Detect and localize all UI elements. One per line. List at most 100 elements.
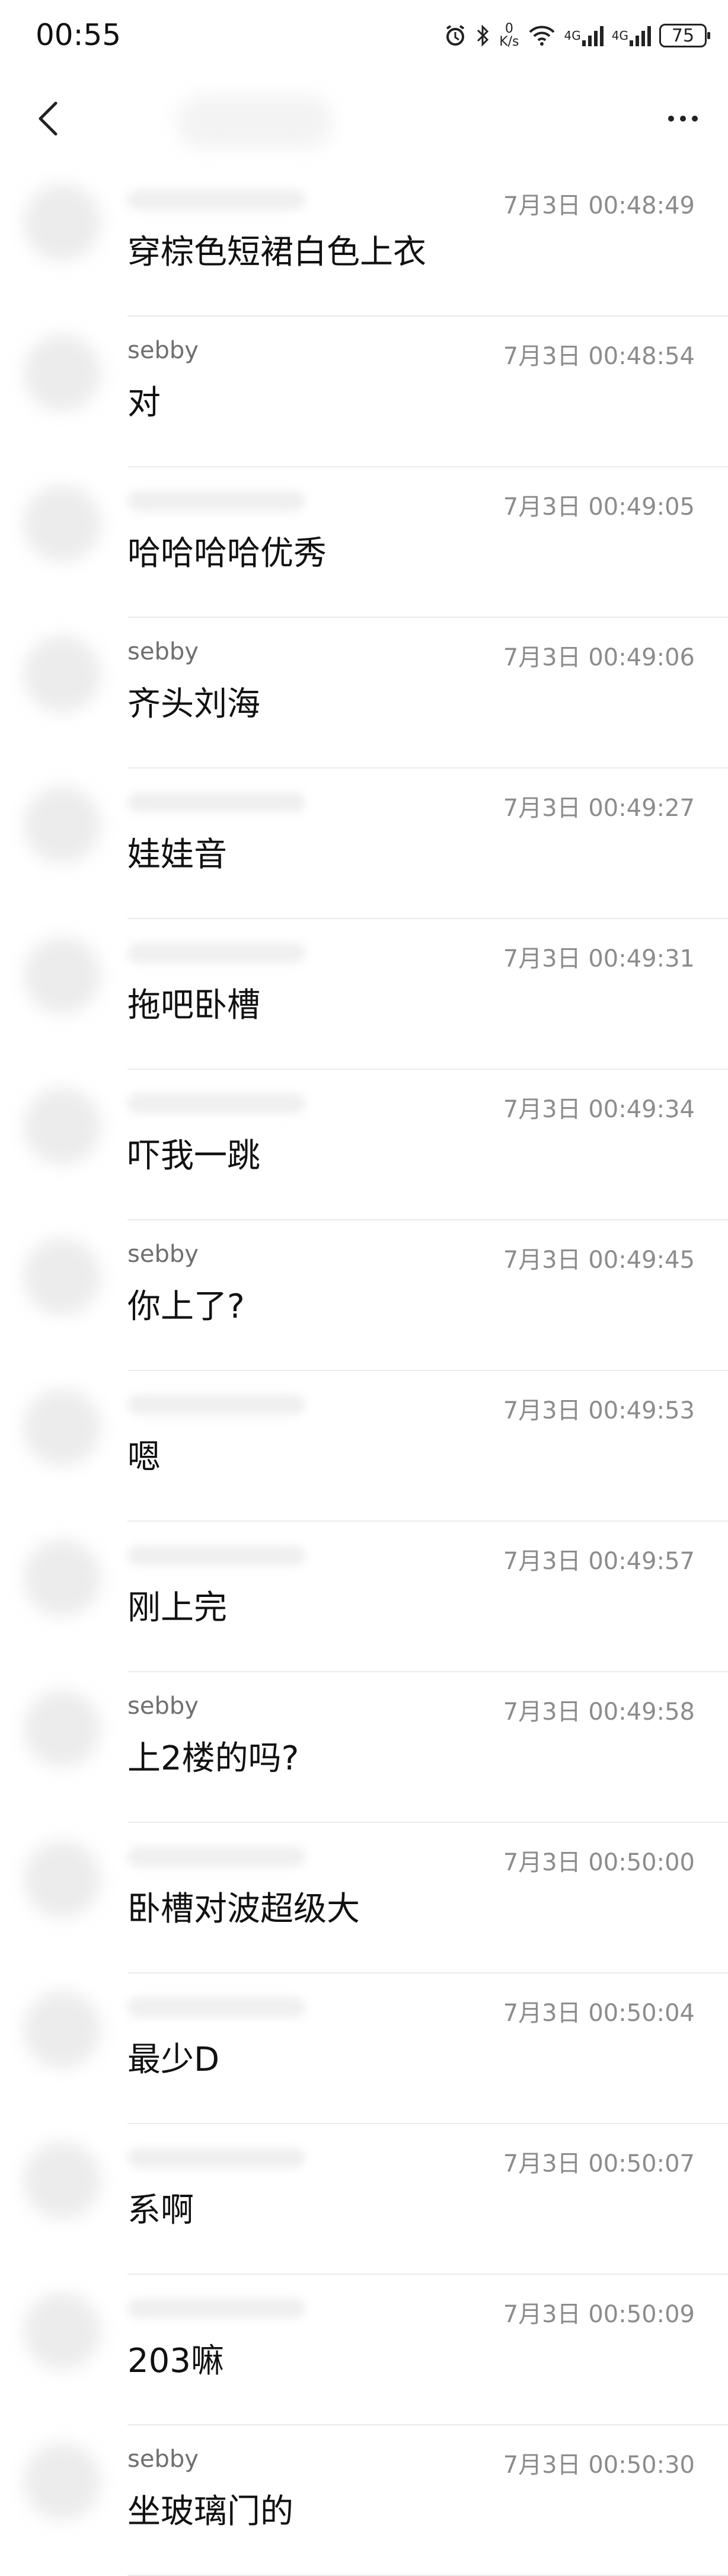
avatar[interactable] xyxy=(24,1690,101,1767)
chevron-left-icon xyxy=(39,101,58,136)
message-text: 203嘛 xyxy=(127,2342,224,2380)
message-item[interactable]: sebby 7月3日 00:49:06 齐头刘海 xyxy=(0,618,728,769)
message-item[interactable]: 7月3日 00:49:53 嗯 xyxy=(0,1371,728,1522)
message-item[interactable]: sebby 7月3日 00:48:54 对 xyxy=(0,317,728,467)
avatar[interactable] xyxy=(24,334,101,412)
message-timestamp: 7月3日 00:49:06 xyxy=(503,644,695,671)
message-text: 嗯 xyxy=(127,1438,161,1477)
message-text: 你上了? xyxy=(127,1287,245,1326)
message-item[interactable]: 7月3日 00:49:34 吓我一跳 xyxy=(0,1070,728,1220)
sender-name-redacted xyxy=(127,2148,305,2168)
status-bar: 00:55 0 K/s 4G 4G 75 xyxy=(0,0,728,71)
battery-level: 75 xyxy=(671,25,695,46)
message-text: 哈哈哈哈优秀 xyxy=(127,534,327,573)
message-item[interactable]: 7月3日 00:50:09 203嘛 xyxy=(0,2275,728,2425)
message-text: 卧槽对波超级大 xyxy=(127,1890,360,1928)
message-text: 上2楼的吗? xyxy=(127,1739,299,1778)
more-dot-icon xyxy=(692,116,698,122)
network-speed: 0 K/s xyxy=(499,23,519,49)
signal-icon-2: 4G xyxy=(612,25,651,46)
message-text: 穿棕色短裙白色上衣 xyxy=(127,233,426,272)
message-text: 对 xyxy=(127,384,161,422)
message-timestamp: 7月3日 00:48:54 xyxy=(503,343,695,370)
sender-name-redacted xyxy=(127,1395,305,1415)
avatar[interactable] xyxy=(24,1841,101,1918)
message-item[interactable]: 7月3日 00:49:57 刚上完 xyxy=(0,1522,728,1672)
message-item[interactable]: sebby 7月3日 00:49:58 上2楼的吗? xyxy=(0,1672,728,1823)
message-item[interactable]: 7月3日 00:50:07 系啊 xyxy=(0,2124,728,2275)
avatar[interactable] xyxy=(24,485,101,562)
alarm-icon xyxy=(443,24,467,47)
back-button[interactable] xyxy=(26,95,74,142)
wifi-icon xyxy=(528,24,556,47)
message-timestamp: 7月3日 00:50:04 xyxy=(503,2000,695,2027)
sender-name: sebby xyxy=(127,2446,199,2473)
message-timestamp: 7月3日 00:49:45 xyxy=(503,1246,695,1274)
more-dot-icon xyxy=(680,116,686,122)
sender-name: sebby xyxy=(127,337,199,364)
sender-name-redacted xyxy=(127,491,305,511)
avatar[interactable] xyxy=(24,636,101,713)
message-timestamp: 7月3日 00:49:58 xyxy=(503,1698,695,1726)
net-speed-unit: K/s xyxy=(499,34,519,49)
sender-name-redacted xyxy=(127,1093,305,1114)
battery-icon: 75 xyxy=(659,24,710,47)
message-item[interactable]: 7月3日 00:48:49 穿棕色短裙白色上衣 xyxy=(0,166,728,317)
message-timestamp: 7月3日 00:49:53 xyxy=(503,1397,695,1424)
avatar[interactable] xyxy=(24,1238,101,1315)
sender-name-redacted xyxy=(127,943,305,963)
avatar[interactable] xyxy=(24,1539,101,1617)
message-timestamp: 7月3日 00:49:05 xyxy=(503,493,695,521)
sender-name: sebby xyxy=(127,638,199,665)
message-item[interactable]: 7月3日 00:49:27 娃娃音 xyxy=(0,769,728,919)
message-item[interactable]: 7月3日 00:49:31 拖吧卧槽 xyxy=(0,919,728,1070)
more-dot-icon xyxy=(668,116,674,122)
message-timestamp: 7月3日 00:49:27 xyxy=(503,795,695,822)
status-icons: 0 K/s 4G 4G 75 xyxy=(443,18,710,53)
message-timestamp: 7月3日 00:49:31 xyxy=(503,945,695,973)
avatar[interactable] xyxy=(24,786,101,863)
sender-name-redacted xyxy=(127,1997,305,2017)
signal-1-label: 4G xyxy=(564,28,581,43)
message-item[interactable]: 7月3日 00:49:05 哈哈哈哈优秀 xyxy=(0,467,728,618)
sender-name-redacted xyxy=(127,792,305,812)
more-options-button[interactable] xyxy=(659,100,707,138)
status-time: 00:55 xyxy=(36,18,122,52)
avatar[interactable] xyxy=(24,1088,101,1165)
message-timestamp: 7月3日 00:50:30 xyxy=(503,2451,695,2479)
sender-name: sebby xyxy=(127,1241,199,1268)
message-text: 系啊 xyxy=(127,2191,194,2230)
message-text: 最少D xyxy=(127,2041,220,2079)
message-timestamp: 7月3日 00:50:07 xyxy=(503,2150,695,2178)
message-item[interactable]: sebby 7月3日 00:49:45 你上了? xyxy=(0,1220,728,1371)
message-text: 拖吧卧槽 xyxy=(127,986,260,1025)
message-text: 吓我一跳 xyxy=(127,1137,260,1175)
message-item[interactable]: sebby 7月3日 00:50:30 坐玻璃门的 xyxy=(0,2425,728,2576)
net-speed-value: 0 xyxy=(505,21,513,36)
avatar[interactable] xyxy=(24,2142,101,2219)
chat-title-redacted xyxy=(178,95,332,148)
avatar[interactable] xyxy=(24,1389,101,1466)
message-timestamp: 7月3日 00:49:34 xyxy=(503,1096,695,1123)
bluetooth-icon xyxy=(475,24,491,47)
avatar[interactable] xyxy=(24,2443,101,2520)
message-text: 齐头刘海 xyxy=(127,685,260,723)
message-text: 刚上完 xyxy=(127,1589,227,1627)
sender-name-redacted xyxy=(127,1847,305,1867)
message-item[interactable]: 7月3日 00:50:04 最少D xyxy=(0,1974,728,2124)
sender-name-redacted xyxy=(127,190,305,210)
message-timestamp: 7月3日 00:50:09 xyxy=(503,2301,695,2328)
avatar[interactable] xyxy=(24,937,101,1014)
message-text: 娃娃音 xyxy=(127,836,227,874)
message-timestamp: 7月3日 00:50:00 xyxy=(503,1849,695,1876)
message-list[interactable]: 7月3日 00:48:49 穿棕色短裙白色上衣 sebby 7月3日 00:48:54… xyxy=(0,166,728,2576)
sender-name: sebby xyxy=(127,1692,199,1720)
avatar[interactable] xyxy=(24,1991,101,2068)
sender-name-redacted xyxy=(127,2298,305,2319)
avatar[interactable] xyxy=(24,184,101,261)
signal-2-label: 4G xyxy=(611,28,628,43)
message-item[interactable]: 7月3日 00:50:00 卧槽对波超级大 xyxy=(0,1823,728,1974)
message-text: 坐玻璃门的 xyxy=(127,2492,293,2531)
avatar[interactable] xyxy=(24,2293,101,2370)
signal-icon-1: 4G xyxy=(564,25,604,46)
